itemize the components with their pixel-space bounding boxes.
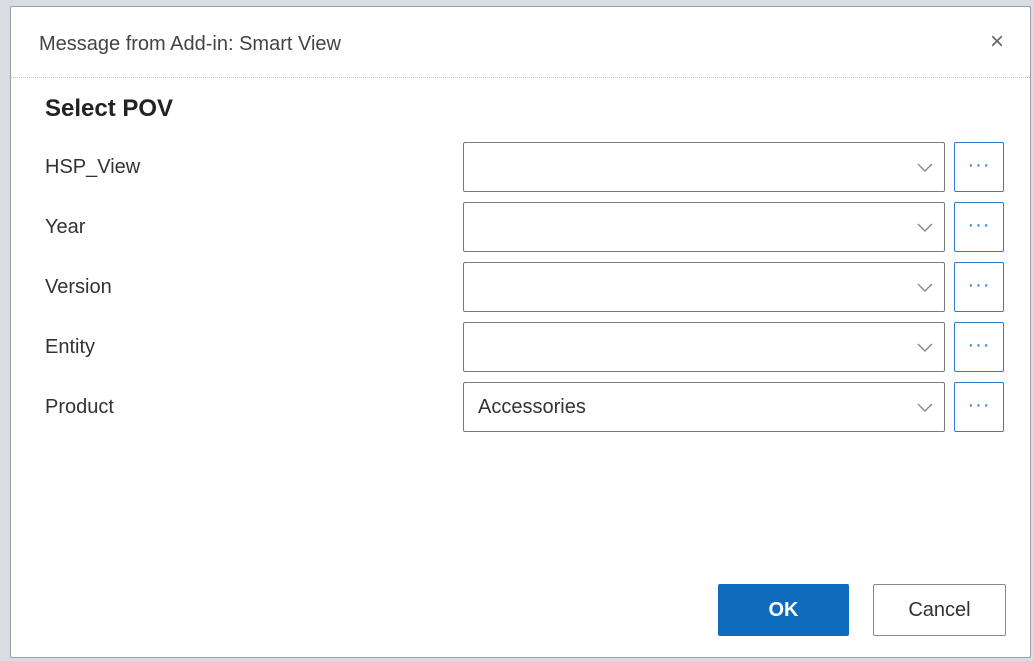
- entity-dropdown[interactable]: [463, 322, 945, 372]
- ok-button[interactable]: OK: [718, 584, 849, 636]
- cancel-button[interactable]: Cancel: [873, 584, 1006, 636]
- year-dropdown[interactable]: [463, 202, 945, 252]
- chevron-down-icon: [917, 223, 933, 232]
- pov-row-version: Version ···: [11, 262, 1030, 314]
- chevron-down-icon: [917, 343, 933, 352]
- chevron-down-icon: [917, 403, 933, 412]
- pov-label-version: Version: [45, 276, 112, 298]
- select-pov-dialog: Message from Add-in: Smart View × Select…: [10, 6, 1031, 658]
- pov-row-product: Product Accessories ···: [11, 382, 1030, 434]
- pov-label-entity: Entity: [45, 336, 96, 358]
- product-dropdown[interactable]: Accessories: [463, 382, 945, 432]
- version-browse-button[interactable]: ···: [954, 262, 1004, 312]
- product-value: Accessories: [478, 396, 586, 418]
- pov-row-entity: Entity ···: [11, 322, 1030, 374]
- version-dropdown[interactable]: [463, 262, 945, 312]
- year-browse-button[interactable]: ···: [954, 202, 1004, 252]
- page-title: Select POV: [45, 95, 174, 122]
- pov-label-hsp-view: HSP_View: [45, 156, 141, 178]
- pov-label-product: Product: [45, 396, 114, 418]
- hsp-view-dropdown[interactable]: [463, 142, 945, 192]
- hsp-view-browse-button[interactable]: ···: [954, 142, 1004, 192]
- chevron-down-icon: [917, 163, 933, 172]
- dialog-title: Message from Add-in: Smart View: [39, 33, 341, 55]
- pov-row-hsp-view: HSP_View ···: [11, 142, 1030, 194]
- chevron-down-icon: [917, 283, 933, 292]
- close-icon[interactable]: ×: [982, 27, 1012, 57]
- entity-browse-button[interactable]: ···: [954, 322, 1004, 372]
- dialog-titlebar: Message from Add-in: Smart View ×: [11, 7, 1030, 78]
- pov-label-year: Year: [45, 216, 86, 238]
- product-browse-button[interactable]: ···: [954, 382, 1004, 432]
- pov-row-year: Year ···: [11, 202, 1030, 254]
